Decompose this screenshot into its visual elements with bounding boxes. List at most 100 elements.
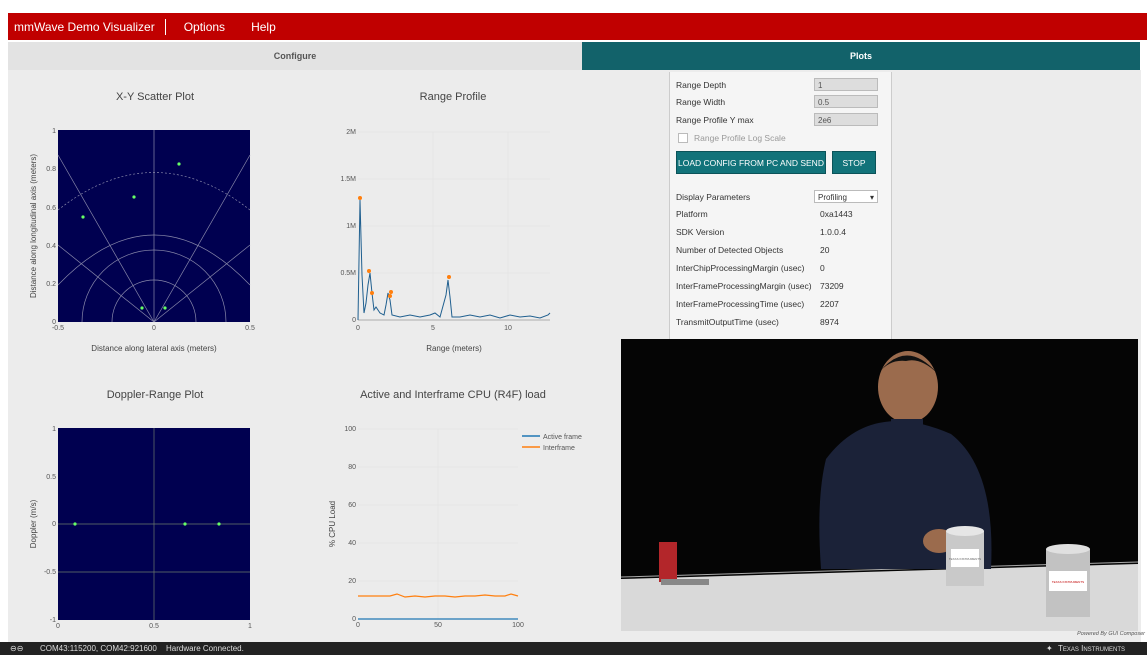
scatter-xtick: -0.5 (52, 325, 64, 332)
range-peak-marker (388, 294, 392, 298)
connection-status: Hardware Connected. (166, 644, 244, 653)
display-params-select[interactable]: Profiling ▾ (814, 190, 878, 203)
range-peak-marker (447, 275, 451, 279)
ti-logo-icon: ✦ (1046, 644, 1053, 653)
xy-scatter-plot: -0.5 0 0.5 1 0.8 0.6 0.4 0.2 0 Distance … (29, 128, 255, 353)
interchip-label: InterChipProcessingMargin (usec) (676, 263, 805, 273)
objects-value: 20 (820, 245, 830, 255)
legend-active: Active frame (543, 434, 582, 441)
range-xtick: 0 (356, 325, 360, 332)
scatter-xlabel: Distance along lateral axis (meters) (91, 344, 217, 353)
log-scale-checkbox[interactable] (678, 133, 688, 143)
range-width-label: Range Width (676, 97, 726, 107)
help-menu[interactable]: Help (243, 20, 284, 34)
sdk-label: SDK Version (676, 227, 725, 237)
video-overlay: TEXAS INSTRUMENTS TEXAS INSTRUMENTS Powe… (621, 339, 1138, 631)
tx-label: TransmitOutputTime (usec) (676, 317, 779, 327)
range-width-input[interactable]: 0.5 (814, 95, 878, 108)
range-peak-marker (389, 290, 393, 294)
cpu-ylabel: % CPU Load (328, 501, 337, 547)
iftime-value: 2207 (820, 299, 839, 309)
log-scale-label: Range Profile Log Scale (694, 133, 786, 143)
scatter-point (163, 306, 167, 310)
scatter-ytick: 0.2 (46, 281, 56, 288)
doppler-ytick: -0.5 (44, 569, 56, 576)
range-xtick: 10 (504, 325, 512, 332)
window-top-strip (0, 0, 1147, 13)
chevron-down-icon: ▾ (869, 193, 874, 202)
stop-button[interactable]: STOP (832, 151, 876, 174)
radar-board (659, 542, 677, 582)
can-label-2: TEXAS INSTRUMENTS (1052, 580, 1084, 584)
app-title: mmWave Demo Visualizer (8, 18, 166, 35)
range-ymax-input[interactable]: 2e6 (814, 113, 878, 126)
log-scale-row: Range Profile Log Scale (678, 131, 786, 145)
scatter-point (132, 195, 136, 199)
objects-label: Number of Detected Objects (676, 245, 784, 255)
tab-plots[interactable]: Plots (582, 42, 1140, 70)
cpu-load-plot: 100 80 60 40 20 0 0 50 100 % CPU Load Ac… (328, 426, 582, 629)
doppler-title: Doppler-Range Plot (106, 389, 204, 401)
doppler-xtick: 0.5 (149, 623, 159, 630)
iftime-label: InterFrameProcessingTime (usec) (676, 299, 805, 309)
scatter-point (177, 162, 181, 166)
doppler-xtick: 0 (56, 623, 60, 630)
tab-configure[interactable]: Configure (8, 42, 582, 70)
person-head (878, 351, 938, 423)
scatter-ytick: 1 (52, 128, 56, 135)
range-grid (358, 131, 550, 320)
cpu-xtick: 100 (512, 622, 524, 629)
scatter-point (140, 306, 144, 310)
tab-bar: Configure Plots (8, 42, 1141, 70)
ifmargin-value: 73209 (820, 281, 844, 291)
scatter-point (81, 215, 85, 219)
scatter-xtick: 0 (152, 325, 156, 332)
range-ytick: 2M (346, 129, 356, 136)
display-params-label: Display Parameters (676, 192, 751, 202)
scatter-ytick: 0 (52, 319, 56, 326)
cpu-legend: Active frame Interframe (522, 434, 582, 452)
menu-bar: mmWave Demo Visualizer Options Help (8, 13, 1147, 40)
range-profile-title: Range Profile (419, 91, 487, 103)
range-depth-input[interactable]: 1 (814, 78, 878, 91)
doppler-range-plot: 1 0.5 0 -0.5 -1 0 0.5 1 Doppler (m/s) (29, 426, 252, 630)
cpu-ytick: 20 (348, 578, 356, 585)
range-xtick: 5 (431, 325, 435, 332)
cpu-ytick: 60 (348, 502, 356, 509)
doppler-ytick: 0.5 (46, 474, 56, 481)
range-xlabel: Range (meters) (426, 344, 482, 353)
display-params-value: Profiling (818, 193, 847, 202)
doppler-ylabel: Doppler (m/s) (29, 499, 38, 548)
cpu-ytick: 80 (348, 464, 356, 471)
com-ports: COM43:115200, COM42:921600 (40, 644, 157, 653)
range-peak-marker (358, 196, 362, 200)
range-ytick: 0 (352, 317, 356, 324)
settings-panel: Range Depth 1 Range Width 0.5 Range Prof… (669, 72, 892, 340)
scatter-xtick: 0.5 (245, 325, 255, 332)
cpu-grid (358, 428, 518, 619)
can-label-1: TEXAS INSTRUMENTS (949, 557, 981, 561)
range-ytick: 0.5M (340, 270, 356, 277)
sdk-value: 1.0.0.4 (820, 227, 846, 237)
scatter-title: X-Y Scatter Plot (115, 91, 195, 103)
range-peak-marker (370, 291, 374, 295)
cpu-ytick: 40 (348, 540, 356, 547)
options-menu[interactable]: Options (176, 20, 233, 34)
doppler-point (217, 522, 221, 526)
brand-name: Texas Instruments (1058, 644, 1126, 653)
cpu-ytick: 100 (344, 426, 356, 433)
tx-value: 8974 (820, 317, 839, 327)
range-ytick: 1.5M (340, 176, 356, 183)
range-peak-marker (367, 269, 371, 273)
cpu-xtick: 50 (434, 622, 442, 629)
ifmargin-label: InterFrameProcessingMargin (usec) (676, 281, 812, 291)
range-ymax-label: Range Profile Y max (676, 115, 754, 125)
doppler-xtick: 1 (248, 623, 252, 630)
load-config-button[interactable]: LOAD CONFIG FROM PC AND SEND (676, 151, 826, 174)
status-bar: ⊖⊖ COM43:115200, COM42:921600 Hardware C… (0, 642, 1147, 655)
legend-interframe: Interframe (543, 445, 575, 452)
scatter-ytick: 0.4 (46, 243, 56, 250)
interchip-value: 0 (820, 263, 825, 273)
cpu-xtick: 0 (356, 622, 360, 629)
platform-label: Platform (676, 209, 708, 219)
